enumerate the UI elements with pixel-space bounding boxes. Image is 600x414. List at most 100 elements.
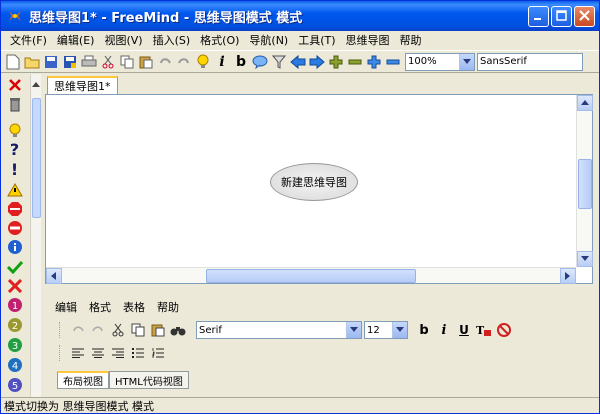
- minus-icon[interactable]: [346, 53, 364, 71]
- chevron-up-icon[interactable]: [32, 78, 40, 91]
- exclamation-icon[interactable]: !: [6, 160, 23, 179]
- scroll-left-button[interactable]: [46, 268, 62, 284]
- undo-icon[interactable]: [156, 53, 174, 71]
- close-button[interactable]: [574, 6, 595, 27]
- info-icon[interactable]: [6, 238, 23, 255]
- menu-insert[interactable]: 插入(S): [148, 32, 196, 48]
- toolbar-grip[interactable]: [59, 345, 62, 361]
- menu-tools[interactable]: 工具(T): [293, 32, 340, 48]
- maximize-button[interactable]: [551, 6, 572, 27]
- cross-red-icon[interactable]: [6, 277, 23, 294]
- priority-5-icon[interactable]: 5: [6, 376, 23, 393]
- filter-icon[interactable]: [270, 53, 288, 71]
- zoom-out-icon[interactable]: [384, 53, 402, 71]
- checkmark-icon[interactable]: [6, 258, 23, 275]
- priority-3-icon[interactable]: 3: [6, 336, 23, 353]
- tab-layout-view[interactable]: 布局视图: [57, 371, 109, 389]
- cloud-bubble-icon[interactable]: [251, 53, 269, 71]
- zoom-in-icon[interactable]: [365, 53, 383, 71]
- menu-help[interactable]: 帮助: [395, 32, 427, 48]
- editor-font-select[interactable]: Serif: [196, 321, 362, 339]
- bullet-list-icon[interactable]: [128, 344, 148, 362]
- italic-icon[interactable]: i: [434, 321, 454, 339]
- save-as-icon[interactable]: [61, 53, 79, 71]
- priority-1-icon[interactable]: 1: [6, 296, 23, 313]
- tab-mindmap-1[interactable]: 思维导图1*: [47, 76, 118, 94]
- menu-view[interactable]: 视图(V): [99, 32, 147, 48]
- underline-icon[interactable]: U: [454, 321, 474, 339]
- horizontal-scroll-thumb[interactable]: [206, 269, 416, 283]
- redo-icon[interactable]: [175, 53, 193, 71]
- scroll-right-button[interactable]: [560, 268, 576, 284]
- idea-bulb-icon[interactable]: [194, 53, 212, 71]
- new-file-icon[interactable]: [4, 53, 22, 71]
- toolbar-grip[interactable]: [59, 322, 62, 338]
- open-folder-icon[interactable]: [23, 53, 41, 71]
- find-binoculars-icon[interactable]: [168, 321, 188, 339]
- editor-view-tabs: 布局视图 HTML代码视图: [57, 371, 189, 389]
- minimize-button[interactable]: [528, 6, 549, 27]
- menu-edit[interactable]: 编辑(E): [52, 32, 100, 48]
- question-icon[interactable]: ?: [6, 140, 23, 159]
- plus-icon[interactable]: [327, 53, 345, 71]
- text-color-icon[interactable]: T: [474, 321, 494, 339]
- scroll-up-button[interactable]: [577, 95, 593, 111]
- scroll-down-button[interactable]: [577, 251, 593, 267]
- paste-icon[interactable]: [148, 321, 168, 339]
- menu-file[interactable]: 文件(F): [5, 32, 52, 48]
- warning-icon[interactable]: [6, 181, 23, 198]
- stop-icon[interactable]: [6, 200, 23, 217]
- italic-icon[interactable]: i: [213, 53, 231, 71]
- bold-icon[interactable]: b: [414, 321, 434, 339]
- copy-icon[interactable]: [128, 321, 148, 339]
- undo-icon[interactable]: [68, 321, 88, 339]
- editor-toolbar-bottom: [59, 343, 589, 363]
- clear-format-icon[interactable]: [494, 321, 514, 339]
- close-icon: [579, 9, 590, 24]
- save-icon[interactable]: [42, 53, 60, 71]
- cut-icon[interactable]: [108, 321, 128, 339]
- menu-format[interactable]: 格式(O): [195, 32, 244, 48]
- align-left-icon[interactable]: [68, 344, 88, 362]
- menu-navigate[interactable]: 导航(N): [244, 32, 293, 48]
- priority-4-icon[interactable]: 4: [6, 356, 23, 373]
- editor-menu-table[interactable]: 表格: [123, 299, 145, 315]
- remove-icon-x-icon[interactable]: [6, 76, 23, 93]
- root-node[interactable]: 新建思维导图: [270, 163, 358, 201]
- idea-icon[interactable]: [6, 122, 23, 139]
- editor-menu-format[interactable]: 格式: [89, 299, 111, 315]
- menu-mindmap[interactable]: 思维导图: [341, 32, 395, 48]
- paste-icon[interactable]: [137, 53, 155, 71]
- mindmap-canvas[interactable]: 新建思维导图: [45, 94, 593, 284]
- editor-size-select[interactable]: 12: [364, 321, 408, 339]
- chevron-down-icon: [459, 53, 474, 70]
- scroll-thumb[interactable]: [32, 98, 41, 218]
- align-right-icon[interactable]: [108, 344, 128, 362]
- editor-menu-edit[interactable]: 编辑: [55, 299, 77, 315]
- trash-icon[interactable]: [6, 95, 23, 112]
- editor-size-value: 12: [367, 324, 380, 336]
- tab-html-view[interactable]: HTML代码视图: [109, 371, 189, 389]
- arrow-right-icon[interactable]: [308, 53, 326, 71]
- editor-menu-help[interactable]: 帮助: [157, 299, 179, 315]
- font-select[interactable]: SansSerif: [477, 52, 583, 71]
- minimize-icon: [533, 10, 544, 24]
- title-bar[interactable]: 思维导图1* - FreeMind - 思维导图模式 模式: [1, 1, 599, 31]
- print-icon[interactable]: [80, 53, 98, 71]
- no-entry-icon[interactable]: [6, 219, 23, 236]
- redo-icon[interactable]: [88, 321, 108, 339]
- copy-icon[interactable]: [118, 53, 136, 71]
- map-vertical-scrollbar[interactable]: [576, 95, 593, 267]
- align-center-icon[interactable]: [88, 344, 108, 362]
- priority-2-icon[interactable]: 2: [6, 316, 23, 333]
- bold-icon[interactable]: b: [232, 53, 250, 71]
- cut-icon[interactable]: [99, 53, 117, 71]
- numbered-list-icon[interactable]: [148, 344, 168, 362]
- svg-text:4: 4: [11, 361, 17, 372]
- icon-palette-scrollbar[interactable]: [30, 74, 41, 397]
- zoom-select[interactable]: 100%: [405, 52, 475, 71]
- arrow-left-icon[interactable]: [289, 53, 307, 71]
- status-bar: 模式切换为 思维导图模式 模式: [1, 397, 599, 413]
- vertical-scroll-thumb[interactable]: [578, 159, 592, 209]
- map-horizontal-scrollbar[interactable]: [46, 267, 576, 284]
